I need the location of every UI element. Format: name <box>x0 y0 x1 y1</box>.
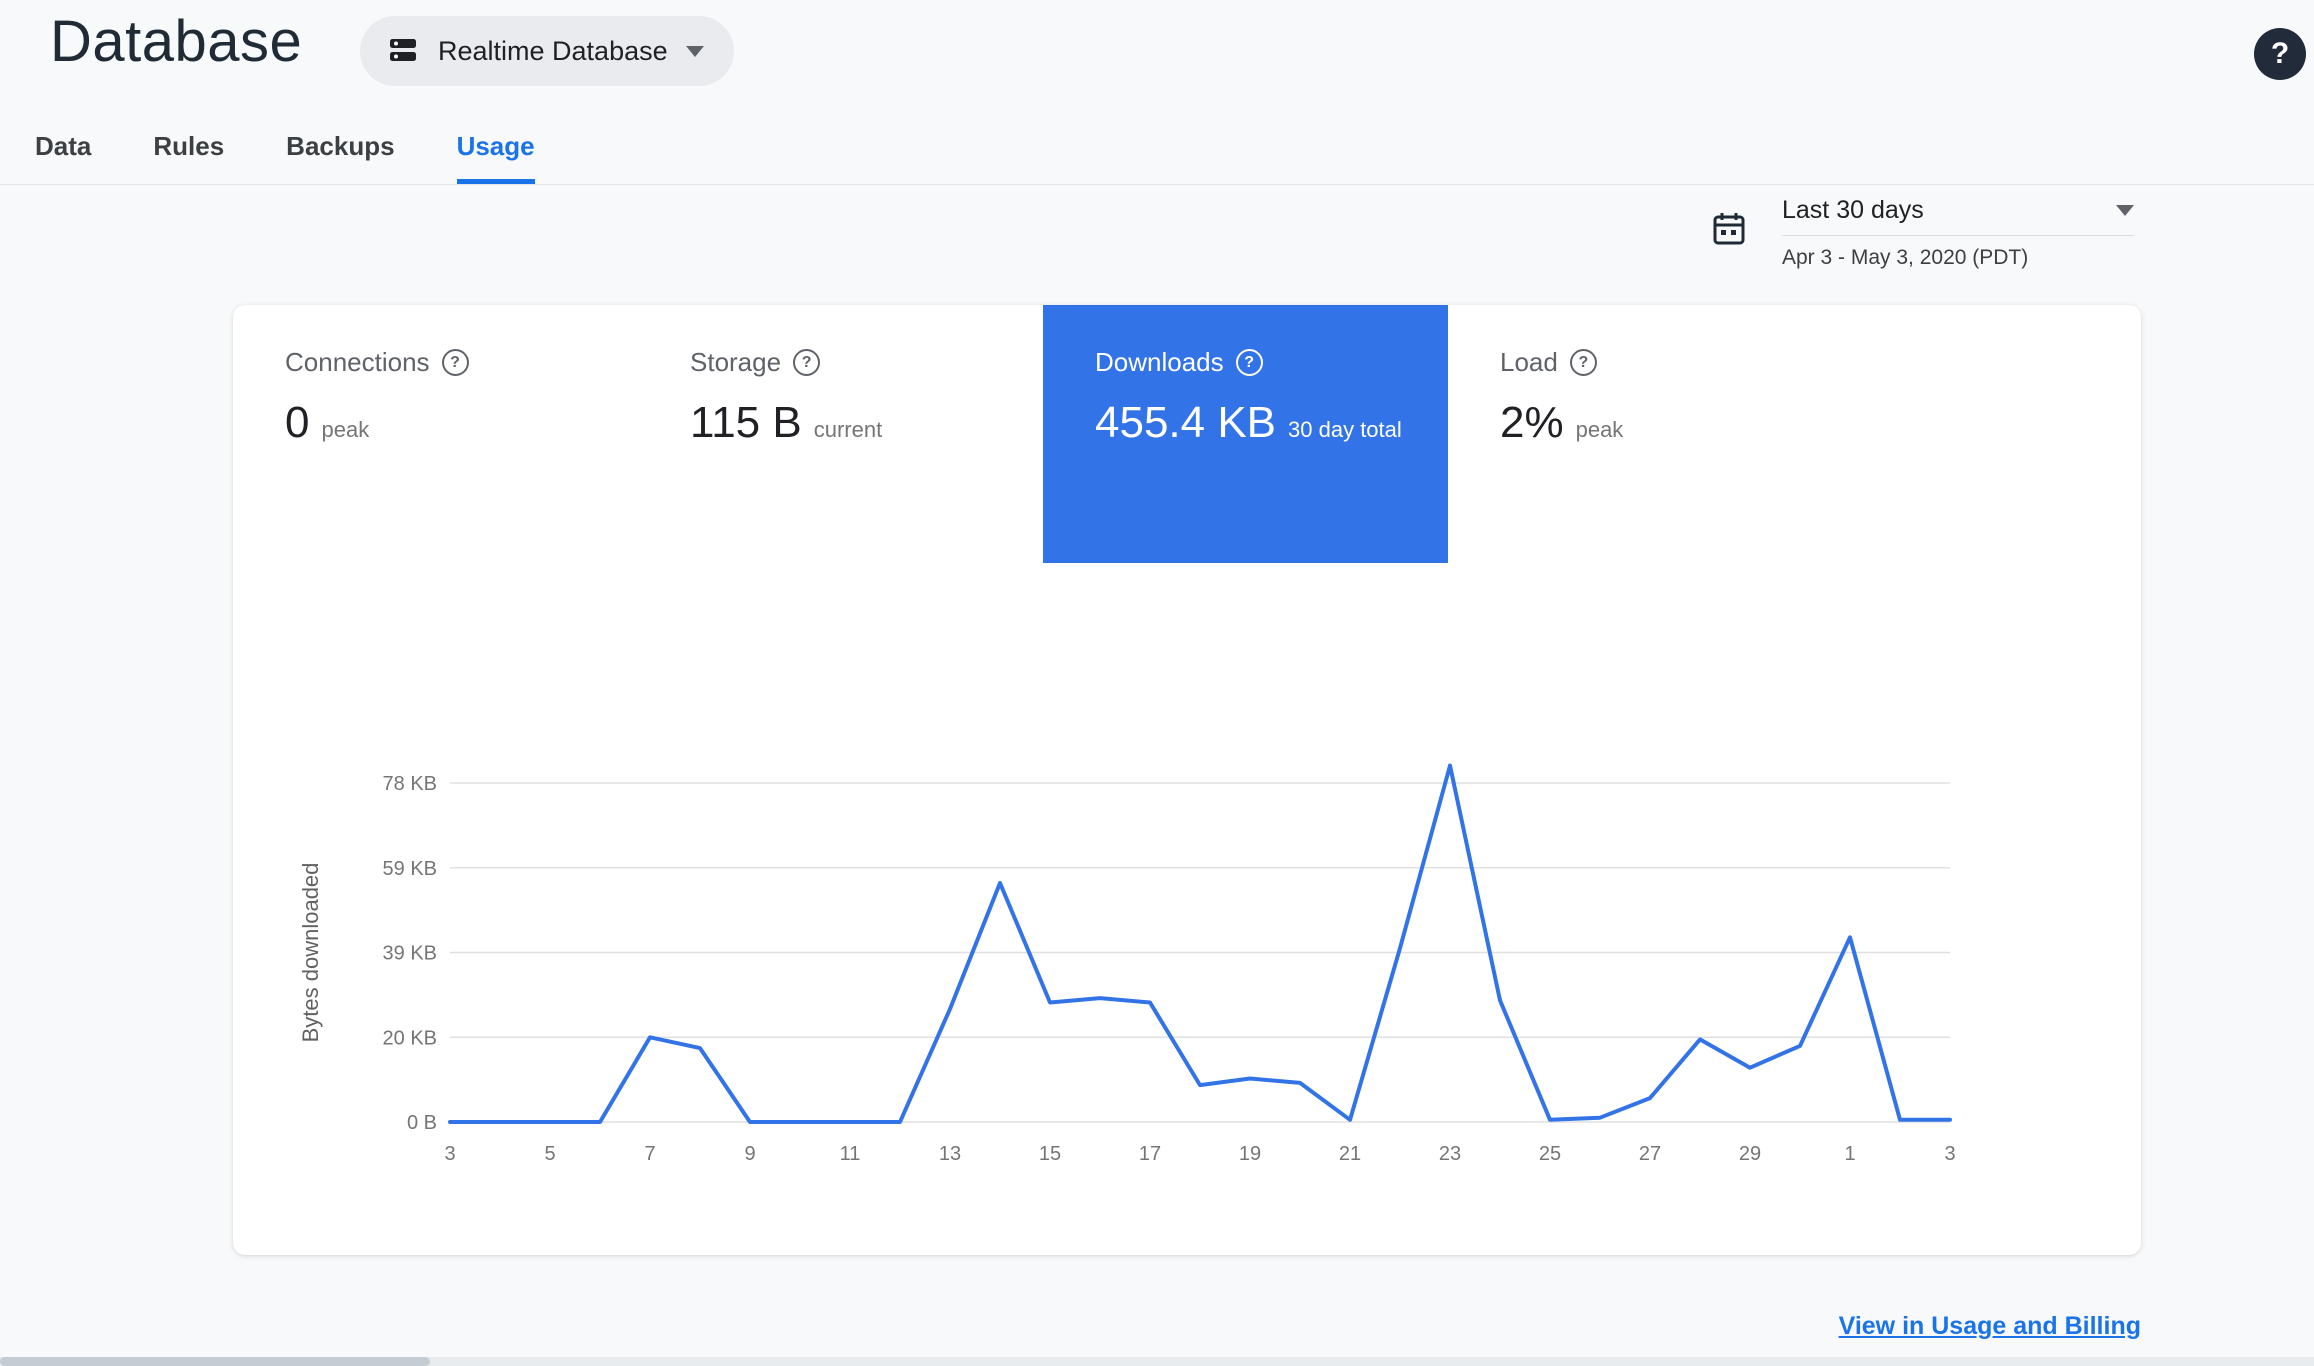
database-usage-page: Database Realtime Database ? Data Rules … <box>0 0 2314 1366</box>
metric-tile-connections[interactable]: Connections 0 peak <box>233 305 638 563</box>
metric-unit-label: peak <box>1575 417 1624 442</box>
usage-billing-link[interactable]: View in Usage and Billing <box>1839 1312 2141 1341</box>
svg-text:3: 3 <box>444 1143 455 1165</box>
date-range-caption: Apr 3 - May 3, 2020 (PDT) <box>1782 246 2029 269</box>
help-button[interactable]: ? <box>2254 28 2306 80</box>
metric-value: 455.4 KB <box>1095 398 1277 447</box>
svg-text:1: 1 <box>1844 1143 1855 1165</box>
svg-text:20 KB: 20 KB <box>383 1027 437 1049</box>
svg-text:13: 13 <box>939 1143 961 1165</box>
database-icon <box>386 33 420 70</box>
metric-title: Load <box>1500 347 1558 377</box>
tab-usage[interactable]: Usage <box>426 131 566 184</box>
metric-title: Storage <box>690 347 782 377</box>
svg-text:39 KB: 39 KB <box>383 943 437 965</box>
help-circle-icon[interactable] <box>1569 349 1597 376</box>
svg-text:3: 3 <box>1944 1143 1955 1165</box>
help-circle-icon[interactable] <box>441 349 469 376</box>
horizontal-scrollbar-thumb[interactable] <box>0 1357 430 1366</box>
metric-tiles: Connections 0 peak Storage 115 B current <box>233 305 1853 563</box>
metric-value: 115 B <box>690 398 802 447</box>
metric-title: Downloads <box>1095 347 1224 377</box>
svg-text:15: 15 <box>1039 1143 1061 1165</box>
svg-text:0 B: 0 B <box>407 1112 437 1134</box>
usage-card: Connections 0 peak Storage 115 B current <box>233 305 2141 1255</box>
svg-text:17: 17 <box>1139 1143 1161 1165</box>
database-selector[interactable]: Realtime Database <box>360 16 734 86</box>
tab-backups[interactable]: Backups <box>255 131 425 184</box>
metric-value: 0 <box>285 398 310 447</box>
metric-tile-downloads[interactable]: Downloads 455.4 KB 30 day total <box>1043 305 1448 563</box>
metric-tile-storage[interactable]: Storage 115 B current <box>638 305 1043 563</box>
date-range-preset: Last 30 days <box>1782 196 1924 224</box>
metric-tile-load[interactable]: Load 2% peak <box>1448 305 1853 563</box>
tab-data[interactable]: Data <box>4 131 122 184</box>
svg-text:25: 25 <box>1539 1143 1561 1165</box>
metric-unit-label: peak <box>321 417 370 442</box>
help-circle-icon[interactable] <box>793 349 821 376</box>
svg-text:Bytes downloaded: Bytes downloaded <box>298 863 323 1043</box>
svg-text:78 KB: 78 KB <box>383 773 437 795</box>
tab-bar: Data Rules Backups Usage <box>0 124 2314 185</box>
svg-text:23: 23 <box>1439 1143 1461 1165</box>
database-selector-label: Realtime Database <box>438 35 668 66</box>
date-range-selector[interactable]: Last 30 days <box>1782 196 2134 236</box>
help-circle-icon[interactable] <box>1235 349 1263 376</box>
svg-text:59 KB: 59 KB <box>383 858 437 880</box>
usage-chart: 0 B20 KB39 KB59 KB78 KB3 5 7 9 11 13 15 17 19 21 2… <box>298 763 1956 1165</box>
page-title: Database <box>50 9 303 74</box>
svg-text:27: 27 <box>1639 1143 1661 1165</box>
chevron-down-icon <box>2116 205 2134 216</box>
svg-text:9: 9 <box>744 1143 755 1165</box>
calendar-icon <box>1710 210 1748 253</box>
metric-title: Connections <box>285 347 430 377</box>
horizontal-scrollbar[interactable] <box>0 1357 2314 1366</box>
svg-text:29: 29 <box>1739 1143 1761 1165</box>
svg-text:5: 5 <box>544 1143 555 1165</box>
metric-value: 2% <box>1500 398 1564 447</box>
metric-unit-label: 30 day total <box>1288 417 1402 442</box>
metric-unit-label: current <box>813 417 883 442</box>
svg-text:19: 19 <box>1239 1143 1261 1165</box>
svg-text:11: 11 <box>840 1143 861 1165</box>
chevron-down-icon <box>685 45 704 57</box>
tab-rules[interactable]: Rules <box>122 131 255 184</box>
svg-text:7: 7 <box>644 1143 655 1165</box>
date-range-block: Last 30 days Apr 3 - May 3, 2020 (PDT) <box>1710 196 2142 270</box>
svg-text:21: 21 <box>1339 1143 1361 1165</box>
